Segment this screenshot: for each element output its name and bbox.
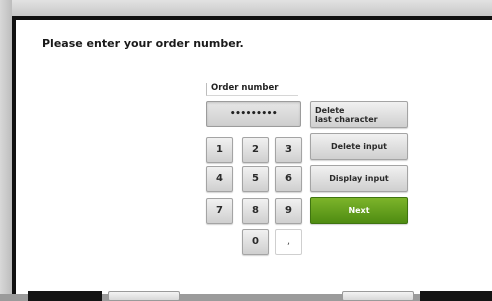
- next-button[interactable]: Next: [310, 197, 408, 224]
- delete-last-label-line2: last character: [315, 115, 378, 124]
- screen-bezel-left: [0, 0, 12, 294]
- order-number-label: Order number: [206, 83, 298, 96]
- key-6[interactable]: 6: [275, 166, 302, 192]
- order-number-display[interactable]: •••••••••: [206, 101, 301, 127]
- bottom-right-light-button[interactable]: [342, 291, 414, 301]
- key-decimal-comma[interactable]: ,: [275, 229, 302, 255]
- key-5[interactable]: 5: [242, 166, 269, 192]
- key-7[interactable]: 7: [206, 198, 233, 224]
- delete-last-character-button[interactable]: Delete last character: [310, 101, 408, 128]
- key-2[interactable]: 2: [242, 137, 269, 163]
- bottom-left-dark-button[interactable]: [28, 291, 102, 301]
- key-3[interactable]: 3: [275, 137, 302, 163]
- key-1[interactable]: 1: [206, 137, 233, 163]
- bottom-right-dark-button[interactable]: [420, 291, 492, 301]
- bottom-left-light-button[interactable]: [108, 291, 180, 301]
- key-0[interactable]: 0: [242, 229, 269, 255]
- delete-input-button[interactable]: Delete input: [310, 133, 408, 160]
- delete-last-label-line1: Delete: [315, 106, 345, 115]
- page-title: Please enter your order number.: [42, 37, 244, 50]
- kiosk-screen: Please enter your order number. Order nu…: [12, 16, 492, 301]
- screen-bezel-top: [0, 0, 492, 16]
- display-input-button[interactable]: Display input: [310, 165, 408, 192]
- key-4[interactable]: 4: [206, 166, 233, 192]
- key-9[interactable]: 9: [275, 198, 302, 224]
- key-8[interactable]: 8: [242, 198, 269, 224]
